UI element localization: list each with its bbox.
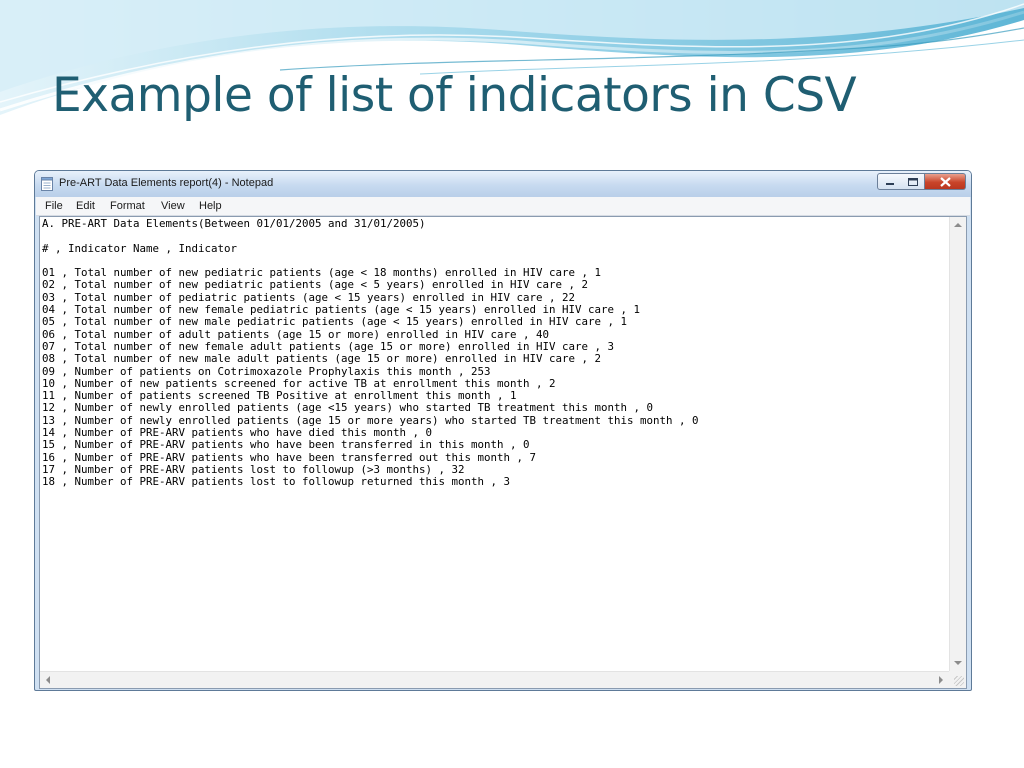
document-text[interactable]: A. PRE-ART Data Elements(Between 01/01/2… xyxy=(42,218,948,668)
window-titlebar[interactable]: Pre-ART Data Elements report(4) - Notepa… xyxy=(35,171,971,197)
menu-bar: File Edit Format View Help xyxy=(36,197,970,216)
menu-edit[interactable]: Edit xyxy=(76,200,95,212)
menu-file[interactable]: File xyxy=(45,200,63,212)
notepad-icon[interactable] xyxy=(41,177,53,191)
text-line: 18 , Number of PRE-ARV patients lost to … xyxy=(42,475,511,489)
text-line: # , Indicator Name , Indicator xyxy=(42,241,238,255)
resize-corner[interactable] xyxy=(949,671,966,688)
text-line: A. PRE-ART Data Elements(Between 01/01/2… xyxy=(42,218,426,230)
scroll-left-arrow-icon[interactable] xyxy=(46,676,50,684)
window-title: Pre-ART Data Elements report(4) - Notepa… xyxy=(59,177,274,189)
minimize-icon xyxy=(886,183,894,185)
notepad-window: Pre-ART Data Elements report(4) - Notepa… xyxy=(34,170,972,691)
text-line: 02 , Total number of new pediatric patie… xyxy=(42,278,589,292)
text-line: 15 , Number of PRE-ARV patients who have… xyxy=(42,438,530,452)
text-line: 09 , Number of patients on Cotrimoxazole… xyxy=(42,364,491,378)
slide-title: Example of list of indicators in CSV xyxy=(52,68,857,123)
scroll-up-arrow-icon[interactable] xyxy=(954,223,962,227)
close-icon xyxy=(940,177,951,187)
text-editor[interactable]: A. PRE-ART Data Elements(Between 01/01/2… xyxy=(39,216,967,689)
text-line: 12 , Number of newly enrolled patients (… xyxy=(42,401,654,415)
text-line: 05 , Total number of new male pediatric … xyxy=(42,315,628,329)
menu-format[interactable]: Format xyxy=(110,200,145,212)
text-line: 08 , Total number of new male adult pati… xyxy=(42,352,602,366)
maximize-icon xyxy=(908,178,918,186)
maximize-button[interactable] xyxy=(901,173,925,190)
horizontal-scrollbar[interactable] xyxy=(40,671,949,688)
vertical-scrollbar[interactable] xyxy=(949,217,966,671)
scroll-down-arrow-icon[interactable] xyxy=(954,661,962,665)
menu-help[interactable]: Help xyxy=(199,200,222,212)
resize-grip-icon[interactable] xyxy=(954,676,964,686)
scroll-right-arrow-icon[interactable] xyxy=(939,676,943,684)
minimize-button[interactable] xyxy=(877,173,902,190)
menu-view[interactable]: View xyxy=(161,200,185,212)
close-button[interactable] xyxy=(925,173,966,190)
text-line xyxy=(42,230,948,242)
